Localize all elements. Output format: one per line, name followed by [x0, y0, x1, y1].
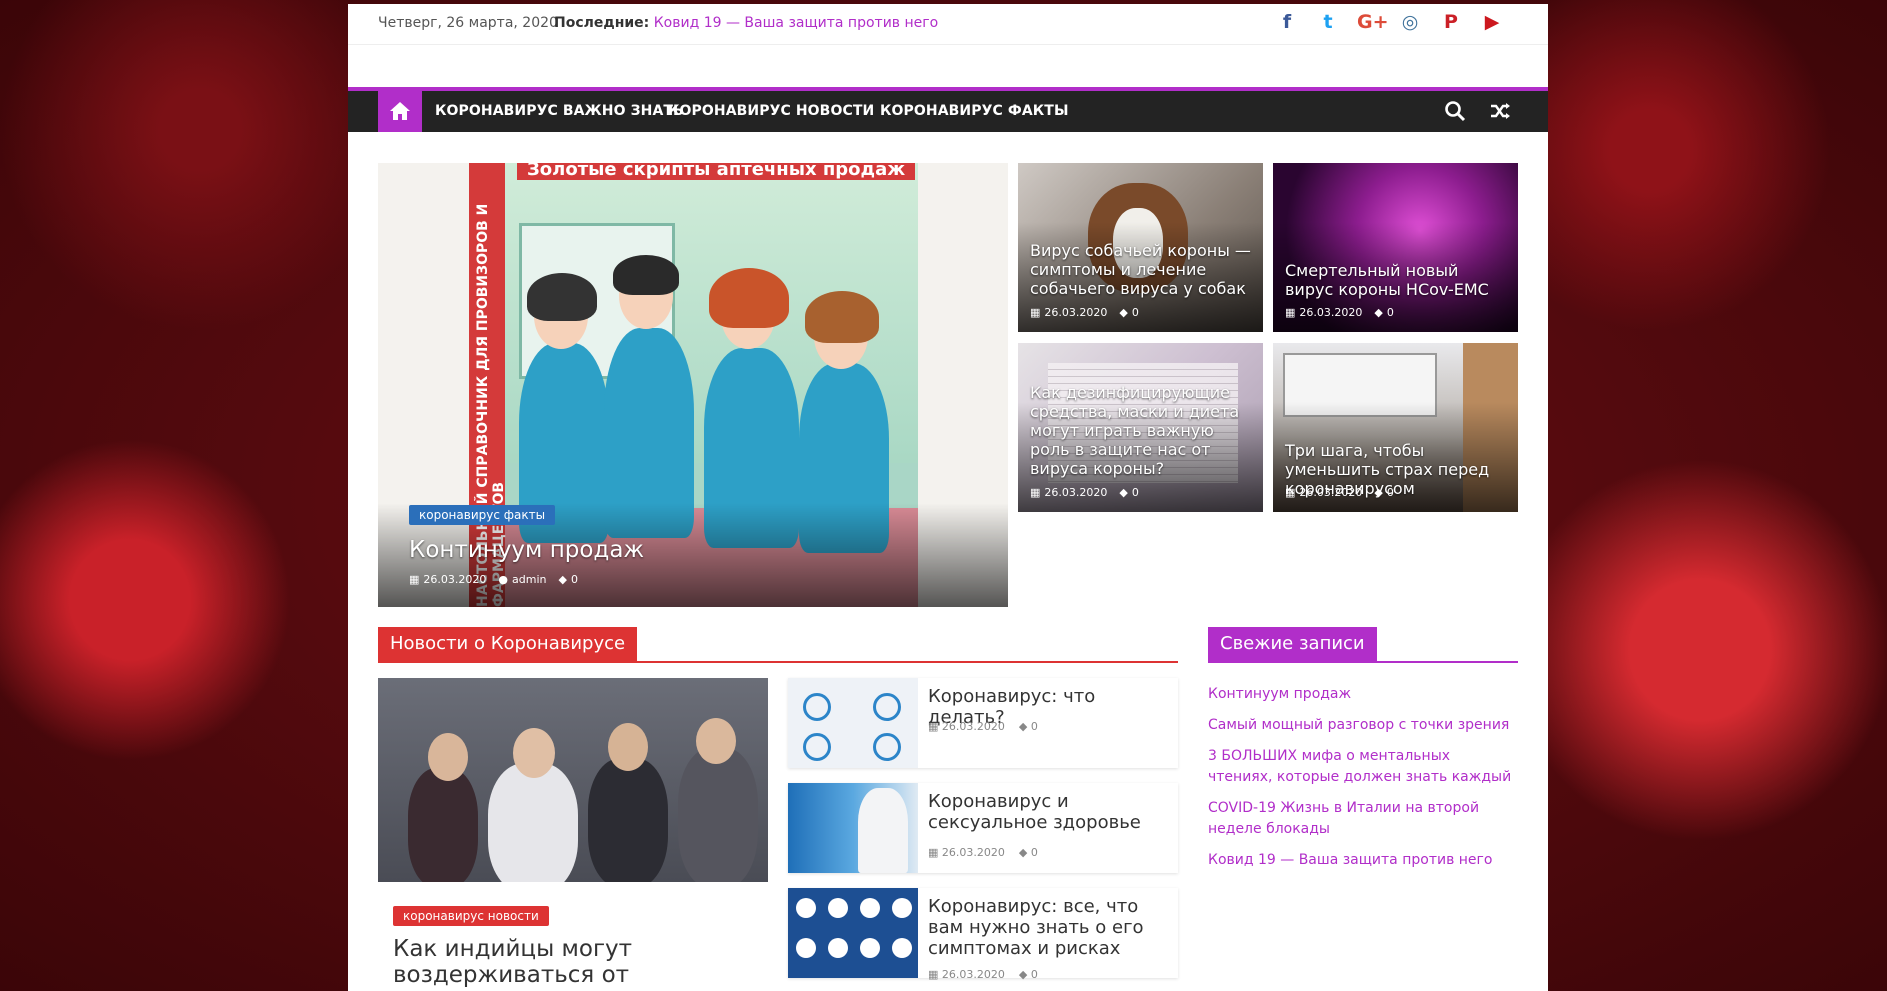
google-plus-icon[interactable]: G+ — [1357, 10, 1389, 34]
news-item-meta: ▦ 26.03.2020 ◆ 0 — [928, 968, 1038, 981]
current-date: Четверг, 26 марта, 2020 — [378, 15, 558, 31]
recent-post-link[interactable]: Континуум продаж — [1208, 684, 1518, 705]
home-button[interactable] — [378, 91, 422, 132]
news-thumb[interactable] — [788, 888, 918, 978]
news-list-item-3[interactable]: Коронавирус: все, что вам нужно знать о … — [788, 888, 1178, 981]
slide-comments[interactable]: ◆ 0 — [558, 573, 577, 586]
slide-title[interactable]: Континуум продаж — [409, 537, 644, 563]
comment-icon: ◆ — [1018, 968, 1028, 981]
grid-post-meta: ▦ 26.03.2020 ◆ 0 — [1030, 306, 1139, 319]
home-icon — [390, 102, 410, 120]
recent-post-link[interactable]: 3 БОЛЬШИХ мифа о ментальных чтениях, кот… — [1208, 746, 1518, 788]
calendar-icon: ▦ — [1030, 306, 1041, 319]
comment-icon: ◆ — [1018, 846, 1028, 859]
grid-post-meta: ▦ 26.03.2020 ◆ 0 — [1030, 486, 1139, 499]
comment-icon: ◆ — [1018, 720, 1028, 733]
top-bar: Четверг, 26 марта, 2020 Последние: Ковид… — [348, 4, 1548, 44]
news-thumb[interactable] — [788, 783, 918, 873]
facebook-icon[interactable]: f — [1275, 10, 1299, 34]
social-links: f t G+ ◎ P ▶ — [1275, 10, 1504, 34]
comment-icon: ◆ — [1119, 306, 1128, 319]
grid-post-4[interactable]: Три шага, чтобы уменьшить страх перед ко… — [1273, 343, 1518, 512]
news-feature-category[interactable]: коронавирус новости — [393, 906, 549, 926]
nav-item-news[interactable]: КОРОНАВИРУС НОВОСТИ — [668, 91, 874, 132]
calendar-icon: ▦ — [1285, 486, 1296, 499]
slide-meta: ▦ 26.03.2020 ● admin ◆ 0 — [409, 573, 578, 586]
news-feature-post[interactable]: коронавирус новости Как индийцы могут во… — [378, 678, 768, 991]
grid-post-title[interactable]: Вирус собачьей короны — симптомы и лечен… — [1030, 241, 1255, 298]
comment-icon: ◆ — [558, 573, 567, 586]
latest-news: Последние: Ковид 19 — Ваша защита против… — [554, 15, 938, 31]
grid-post-meta: ▦ 26.03.2020 ◆ 0 — [1285, 486, 1394, 499]
recent-posts-list: Континуум продаж Самый мощный разговор с… — [1208, 684, 1518, 881]
slide-author[interactable]: ● admin — [498, 573, 546, 586]
news-thumb[interactable] — [788, 678, 918, 768]
grid-post-title[interactable]: Смертельный новый вирус короны HCov-EMC — [1285, 261, 1510, 299]
news-item-meta: ▦ 26.03.2020 ◆ 0 — [928, 846, 1038, 859]
main-navigation: КОРОНАВИРУС ВАЖНО ЗНАТЬ КОРОНАВИРУС НОВО… — [348, 91, 1548, 132]
calendar-icon: ▦ — [1285, 306, 1296, 319]
slide-category-badge[interactable]: коронавирус факты — [409, 505, 556, 525]
twitter-icon[interactable]: t — [1316, 10, 1340, 34]
latest-label: Последние: — [554, 15, 650, 31]
comment-icon: ◆ — [1119, 486, 1128, 499]
youtube-icon[interactable]: ▶ — [1480, 10, 1504, 34]
news-section-heading: Новости о Коронавирусе — [378, 627, 1178, 663]
instagram-icon[interactable]: ◎ — [1398, 10, 1422, 34]
slide-date[interactable]: ▦ 26.03.2020 — [409, 573, 486, 586]
calendar-icon: ▦ — [928, 846, 939, 859]
calendar-icon: ▦ — [1030, 486, 1041, 499]
comment-icon: ◆ — [1374, 306, 1383, 319]
page-container: Четверг, 26 марта, 2020 Последние: Ковид… — [348, 4, 1548, 991]
latest-news-link[interactable]: Ковид 19 — Ваша защита против него — [654, 15, 938, 31]
calendar-icon: ▦ — [928, 720, 939, 733]
recent-posts-title: Свежие записи — [1208, 627, 1377, 661]
random-icon[interactable] — [1489, 100, 1511, 122]
recent-post-link[interactable]: COVID-19 Жизнь в Италии на второй неделе… — [1208, 798, 1518, 840]
grid-post-3[interactable]: Как дезинфицирующие средства, маски и ди… — [1018, 343, 1263, 512]
user-icon: ● — [498, 573, 508, 586]
recent-post-link[interactable]: Самый мощный разговор с точки зрения — [1208, 715, 1518, 736]
news-section-title[interactable]: Новости о Коронавирусе — [378, 627, 638, 661]
news-feature-image[interactable] — [378, 678, 768, 882]
comment-icon: ◆ — [1374, 486, 1383, 499]
recent-post-link[interactable]: Ковид 19 — Ваша защита против него — [1208, 850, 1518, 871]
news-item-meta: ▦ 26.03.2020 ◆ 0 — [928, 720, 1038, 733]
grid-post-title[interactable]: Как дезинфицирующие средства, маски и ди… — [1030, 383, 1255, 478]
news-item-title[interactable]: Коронавирус и сексуальное здоровье — [928, 791, 1168, 833]
grid-post-2[interactable]: Смертельный новый вирус короны HCov-EMC … — [1273, 163, 1518, 332]
news-feature-title[interactable]: Как индийцы могут воздерживаться от — [393, 936, 768, 988]
header-divider — [348, 44, 1548, 45]
nav-item-important[interactable]: КОРОНАВИРУС ВАЖНО ЗНАТЬ — [435, 91, 684, 132]
featured-slider[interactable]: НАСТОЛЬНЫЙ СПРАВОЧНИК ДЛЯ ПРОВИЗОРОВ И Ф… — [378, 163, 1008, 607]
calendar-icon: ▦ — [409, 573, 420, 586]
grid-post-1[interactable]: Вирус собачьей короны — симптомы и лечен… — [1018, 163, 1263, 332]
recent-posts-heading: Свежие записи — [1208, 627, 1518, 663]
calendar-icon: ▦ — [928, 968, 939, 981]
search-icon[interactable] — [1444, 100, 1466, 122]
poster-header-text: Золотые скрипты аптечных продаж — [517, 163, 916, 180]
nav-item-facts[interactable]: КОРОНАВИРУС ФАКТЫ — [880, 91, 1069, 132]
news-list-item-1[interactable]: Коронавирус: что делать? ▦ 26.03.2020 ◆ … — [788, 678, 1178, 768]
news-list-item-2[interactable]: Коронавирус и сексуальное здоровье ▦ 26.… — [788, 783, 1178, 873]
grid-post-meta: ▦ 26.03.2020 ◆ 0 — [1285, 306, 1394, 319]
news-item-title[interactable]: Коронавирус: все, что вам нужно знать о … — [928, 896, 1168, 959]
pinterest-icon[interactable]: P — [1439, 10, 1463, 34]
